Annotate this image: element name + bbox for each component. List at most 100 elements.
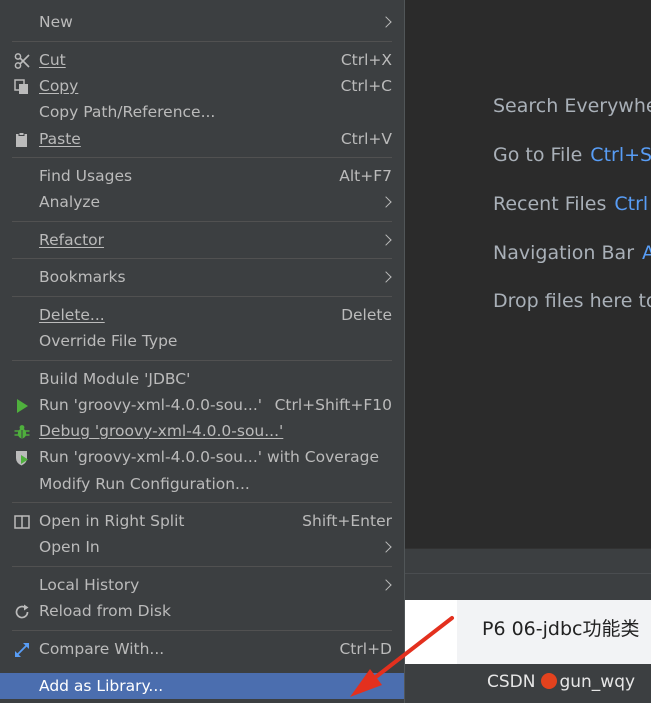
menu-item-shortcut: Ctrl+D: [339, 640, 392, 658]
menu-item-shortcut: Shift+Enter: [302, 512, 392, 530]
menu-item-label: Override File Type: [39, 332, 178, 350]
menu-separator: [12, 296, 392, 297]
menu-separator: [12, 360, 392, 361]
menu-item-shortcut: Ctrl+V: [340, 130, 392, 148]
menu-item-run[interactable]: Run 'groovy-xml-4.0.0-sou...' Ctrl+Shift…: [0, 392, 404, 418]
menu-item-label: Compare With...: [39, 640, 165, 658]
menu-item-label: Add as Library...: [39, 677, 164, 695]
menu-item-reload-from-disk[interactable]: Reload from Disk: [0, 598, 404, 624]
menu-item-label: Local History: [39, 576, 140, 594]
csdn-watermark: CSDN gun_wqy: [487, 672, 635, 692]
menu-item-open-in-right-split[interactable]: Open in Right Split Shift+Enter: [0, 508, 404, 534]
chevron-right-icon: [380, 16, 392, 28]
menu-item-label: Build Module 'JDBC': [39, 370, 191, 388]
menu-item-delete[interactable]: Delete... Delete: [0, 302, 404, 328]
tool-window-bar: [405, 548, 651, 601]
menu-item-paste[interactable]: Paste Ctrl+V: [0, 126, 404, 152]
menu-separator: [12, 502, 392, 503]
status-bar: CSDN gun_wqy: [405, 664, 651, 703]
menu-item-label: Analyze: [39, 193, 101, 211]
menu-item-run-with-coverage[interactable]: Run 'groovy-xml-4.0.0-sou...' with Cover…: [0, 444, 404, 470]
menu-item-label: Find Usages: [39, 167, 133, 185]
watermark-handle: gun_wqy: [559, 672, 636, 692]
hint-label: Drop files here to: [493, 290, 651, 312]
menu-item-analyze[interactable]: Analyze: [0, 189, 404, 215]
scissors-icon: [14, 53, 30, 69]
chevron-right-icon: [380, 579, 392, 591]
menu-item-label: Modify Run Configuration...: [39, 475, 250, 493]
reload-icon: [15, 604, 29, 619]
chevron-right-icon: [380, 196, 392, 208]
compare-icon: [15, 643, 29, 657]
hint-recent-files: Recent Files Ctrl: [493, 193, 648, 215]
menu-item-label: Open In: [39, 538, 100, 556]
divider: [405, 573, 651, 574]
hint-label: Go to File: [493, 144, 583, 166]
menu-item-shortcut: Ctrl+Shift+F10: [274, 396, 392, 414]
hint-shortcut: Ctrl: [614, 193, 649, 215]
menu-item-shortcut: Ctrl+C: [340, 77, 392, 95]
menu-separator: [12, 258, 392, 259]
copy-icon: [14, 79, 28, 94]
menu-item-copy-path[interactable]: Copy Path/Reference...: [0, 99, 404, 125]
clipboard-icon: [16, 132, 27, 147]
chevron-right-icon: [380, 271, 392, 283]
menu-item-label: Reload from Disk: [39, 602, 171, 620]
hint-drop-files: Drop files here to: [493, 290, 651, 312]
menu-item-compare-with[interactable]: Compare With... Ctrl+D: [0, 636, 404, 662]
bug-icon: [14, 425, 30, 439]
run-icon: [17, 399, 28, 413]
video-panel: P6 06-jdbc功能类: [405, 600, 651, 664]
menu-item-debug[interactable]: Debug 'groovy-xml-4.0.0-sou...': [0, 418, 404, 444]
menu-item-shortcut: Ctrl+X: [340, 51, 392, 69]
menu-item-label: Debug 'groovy-xml-4.0.0-sou...': [39, 422, 284, 440]
hint-label: Search Everywhe: [493, 95, 651, 117]
coverage-icon: [16, 451, 28, 466]
menu-item-modify-run-config[interactable]: Modify Run Configuration...: [0, 471, 404, 497]
menu-item-label: Open in Right Split: [39, 512, 185, 530]
csdn-logo-icon: [541, 673, 558, 689]
menu-item-label: Run 'groovy-xml-4.0.0-sou...': [39, 396, 263, 414]
menu-separator: [12, 157, 392, 158]
menu-item-new[interactable]: New: [0, 9, 404, 35]
menu-item-shortcut: Delete: [341, 306, 392, 324]
split-icon: [14, 515, 30, 529]
menu-separator: [12, 41, 392, 42]
menu-item-label: Cut: [39, 51, 66, 69]
menu-item-cut[interactable]: Cut Ctrl+X: [0, 47, 404, 73]
menu-item-copy[interactable]: Copy Ctrl+C: [0, 73, 404, 99]
menu-item-override-file-type[interactable]: Override File Type: [0, 328, 404, 354]
menu-item-label: Refactor: [39, 231, 105, 249]
editor-welcome-area: Search Everywhe Go to File Ctrl+S Recent …: [405, 0, 651, 548]
menu-item-find-usages[interactable]: Find Usages Alt+F7: [0, 163, 404, 189]
menu-item-add-as-library[interactable]: Add as Library...: [0, 673, 404, 699]
menu-item-bookmarks[interactable]: Bookmarks: [0, 264, 404, 290]
hint-label: Navigation Bar: [493, 242, 635, 264]
menu-item-shortcut: Alt+F7: [339, 167, 392, 185]
menu-separator: [12, 221, 392, 222]
hint-search-everywhere: Search Everywhe: [493, 95, 651, 117]
menu-item-open-in[interactable]: Open In: [0, 534, 404, 560]
video-title: P6 06-jdbc功能类: [482, 618, 640, 640]
menu-item-label: New: [39, 13, 73, 31]
hint-shortcut: Ctrl+S: [590, 144, 651, 166]
hint-navigation-bar: Navigation Bar A: [493, 242, 651, 264]
menu-item-build-module[interactable]: Build Module 'JDBC': [0, 366, 404, 392]
chevron-right-icon: [380, 541, 392, 553]
hint-label: Recent Files: [493, 193, 607, 215]
hint-shortcut: A: [642, 242, 651, 264]
menu-separator: [12, 566, 392, 567]
menu-item-label: Copy Path/Reference...: [39, 103, 216, 121]
watermark-prefix: CSDN: [487, 672, 536, 692]
menu-separator: [12, 630, 392, 631]
context-menu: New Cut Ctrl+X Copy Ctrl+C Copy Path/Ref…: [0, 0, 405, 703]
menu-item-refactor[interactable]: Refactor: [0, 227, 404, 253]
menu-item-label: Bookmarks: [39, 268, 126, 286]
menu-item-label: Run 'groovy-xml-4.0.0-sou...' with Cover…: [39, 448, 380, 466]
hint-go-to-file: Go to File Ctrl+S: [493, 144, 651, 166]
chevron-right-icon: [380, 234, 392, 246]
menu-item-label: Paste: [39, 130, 81, 148]
menu-item-label: Copy: [39, 77, 79, 95]
menu-item-local-history[interactable]: Local History: [0, 572, 404, 598]
menu-item-label: Delete...: [39, 306, 105, 324]
